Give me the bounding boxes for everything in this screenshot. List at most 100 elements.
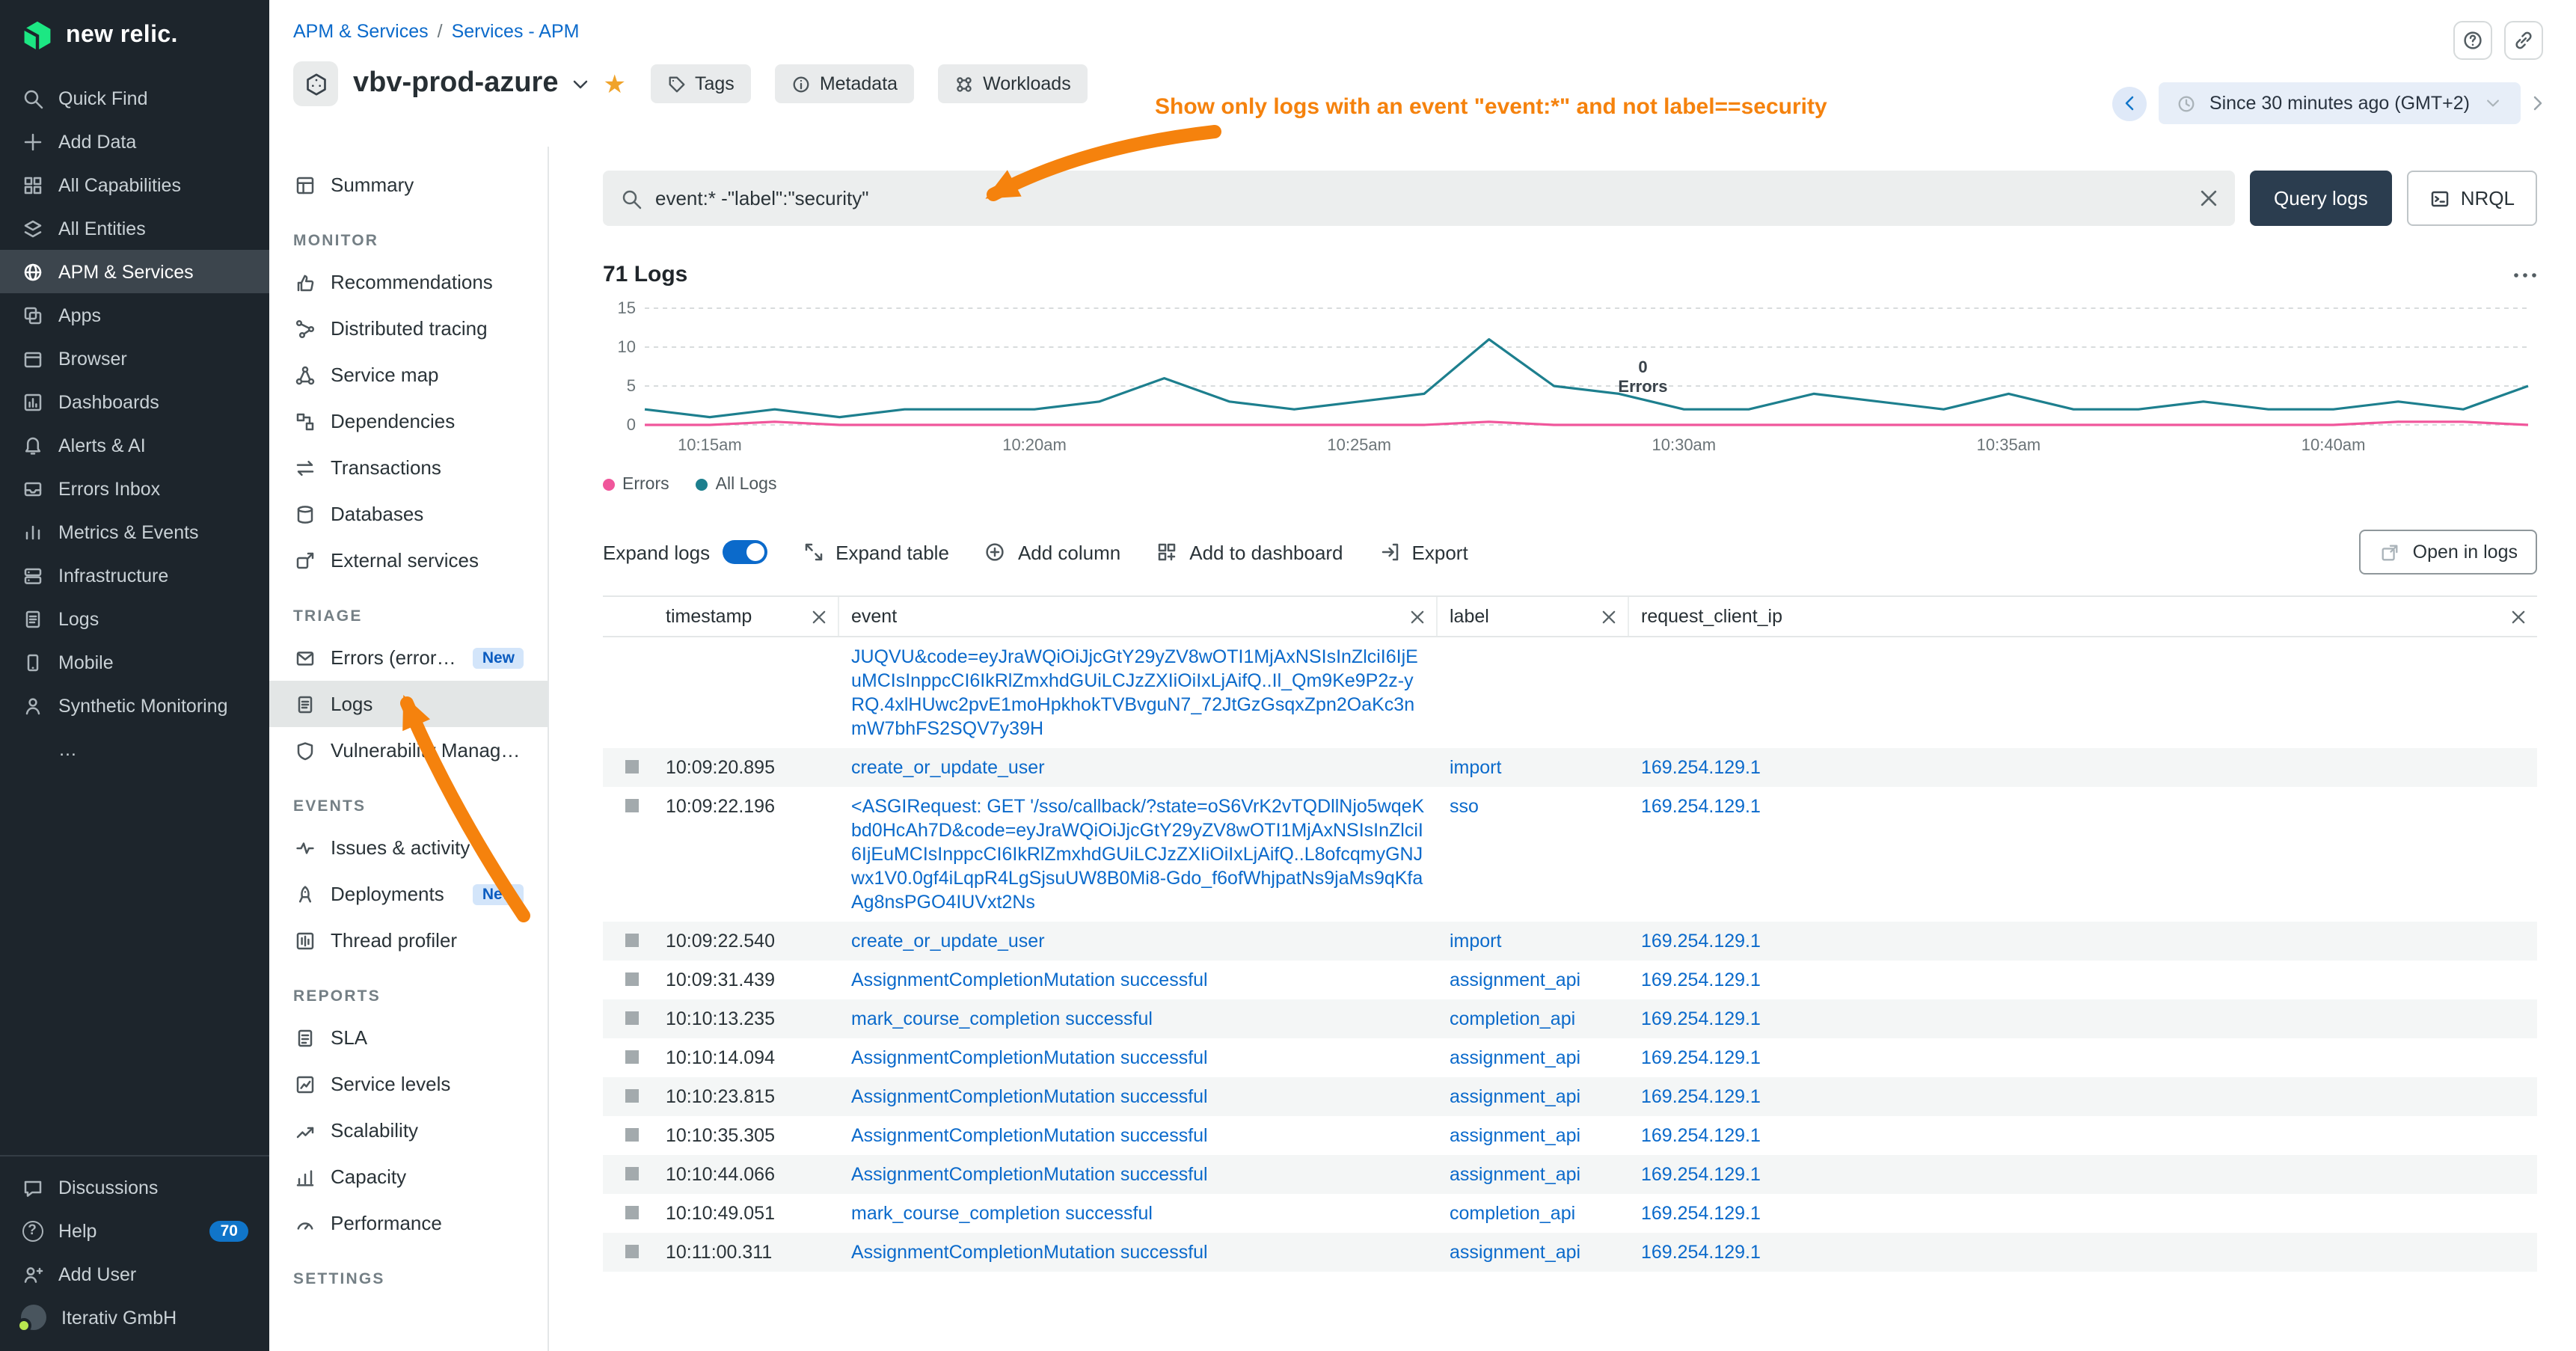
sidebar-item-browser[interactable]: Browser	[0, 337, 269, 380]
sidebar-item-deployments[interactable]: Deployments New	[269, 871, 548, 917]
column-header-timestamp[interactable]: timestamp	[654, 597, 839, 636]
sidebar-item-errors-inbox[interactable]: Errors Inbox	[0, 467, 269, 510]
row-checkbox[interactable]	[625, 760, 639, 773]
search-query-value[interactable]: event:* -"label":"security"	[655, 187, 2187, 209]
entity-dropdown-chevron-icon[interactable]	[574, 79, 589, 89]
sidebar-item-external-services[interactable]: External services	[269, 537, 548, 583]
sidebar-item-distributed-tracing[interactable]: Distributed tracing	[269, 305, 548, 352]
cell-label-link[interactable]: completion_api	[1450, 1203, 1575, 1224]
cell-label-link[interactable]: assignment_api	[1450, 969, 1580, 990]
cell-event-link[interactable]: AssignmentCompletionMutation successful	[851, 1242, 1208, 1263]
new-relic-logo[interactable]: new relic.	[0, 0, 269, 67]
cell-ip-link[interactable]: 169.254.129.1	[1641, 1047, 1761, 1068]
cell-event-link[interactable]: mark_course_completion successful	[851, 1008, 1153, 1029]
time-back-button[interactable]	[2112, 86, 2147, 120]
cell-ip-link[interactable]: 169.254.129.1	[1641, 1164, 1761, 1185]
cell-event-link[interactable]: AssignmentCompletionMutation successful	[851, 1086, 1208, 1107]
permalink-button[interactable]	[2504, 21, 2543, 60]
sidebar-item-all-entities[interactable]: All Entities	[0, 206, 269, 250]
sidebar-item-service-map[interactable]: Service map	[269, 352, 548, 398]
cell-label-link[interactable]: completion_api	[1450, 1008, 1575, 1029]
sidebar-item-scalability[interactable]: Scalability	[269, 1107, 548, 1154]
cell-ip-link[interactable]: 169.254.129.1	[1641, 1008, 1761, 1029]
row-checkbox[interactable]	[625, 1167, 639, 1180]
favorite-star-icon[interactable]: ★	[604, 71, 627, 96]
sidebar-item-issues-activity[interactable]: Issues & activity	[269, 824, 548, 871]
sidebar-item-infrastructure[interactable]: Infrastructure	[0, 554, 269, 597]
table-row[interactable]: 10:09:20.895 create_or_update_user impor…	[603, 748, 2537, 787]
row-checkbox[interactable]	[625, 1050, 639, 1064]
remove-column-icon[interactable]	[812, 610, 826, 623]
remove-column-icon[interactable]	[2512, 610, 2525, 623]
add-to-dashboard-button[interactable]: Add to dashboard	[1156, 541, 1343, 563]
cell-ip-link[interactable]: 169.254.129.1	[1641, 1242, 1761, 1263]
column-header-request-client-ip[interactable]: request_client_ip	[1629, 597, 2537, 636]
more-options-button[interactable]	[2513, 272, 2537, 278]
query-logs-button[interactable]: Query logs	[2250, 171, 2392, 226]
legend-errors[interactable]: Errors	[603, 476, 669, 494]
tags-button[interactable]: Tags	[650, 64, 751, 103]
sidebar-item-capacity[interactable]: Capacity	[269, 1154, 548, 1200]
table-row[interactable]: 10:09:22.540 create_or_update_user impor…	[603, 922, 2537, 961]
column-header-event[interactable]: event	[839, 597, 1438, 636]
cell-label-link[interactable]: assignment_api	[1450, 1242, 1580, 1263]
clear-search-icon[interactable]	[2201, 190, 2217, 206]
cell-event-link[interactable]: AssignmentCompletionMutation successful	[851, 1164, 1208, 1185]
row-checkbox[interactable]	[625, 934, 639, 947]
breadcrumb-link-services-apm[interactable]: Services - APM	[452, 21, 580, 42]
cell-label-link[interactable]: sso	[1450, 796, 1479, 817]
cell-ip-link[interactable]: 169.254.129.1	[1641, 931, 1761, 952]
cell-ip-link[interactable]: 169.254.129.1	[1641, 796, 1761, 817]
cell-label-link[interactable]: import	[1450, 931, 1501, 952]
sidebar-item-alerts-ai[interactable]: Alerts & AI	[0, 423, 269, 467]
sidebar-item-help[interactable]: ? Help 70	[0, 1209, 269, 1252]
cell-ip-link[interactable]: 169.254.129.1	[1641, 1086, 1761, 1107]
row-checkbox[interactable]	[625, 1128, 639, 1142]
table-row[interactable]: 10:10:13.235 mark_course_completion succ…	[603, 999, 2537, 1038]
sidebar-item-thread-profiler[interactable]: Thread profiler	[269, 917, 548, 964]
legend-all-logs[interactable]: All Logs	[696, 476, 777, 494]
cell-ip-link[interactable]: 169.254.129.1	[1641, 757, 1761, 778]
table-row[interactable]: JUQVU&code=eyJraWQiOiJjcGtY29yZV8wOTI1Mj…	[603, 637, 2537, 748]
expand-logs-toggle[interactable]: Expand logs	[603, 540, 767, 564]
sidebar-item-add-user[interactable]: Add User	[0, 1252, 269, 1296]
sidebar-item-sla[interactable]: SLA	[269, 1014, 548, 1061]
time-forward-button[interactable]	[2533, 96, 2543, 111]
cell-ip-link[interactable]: 169.254.129.1	[1641, 969, 1761, 990]
sidebar-item-quick-find[interactable]: Quick Find	[0, 76, 269, 120]
sidebar-item-all-capabilities[interactable]: All Capabilities	[0, 163, 269, 206]
sidebar-item-synthetic-monitoring[interactable]: Synthetic Monitoring	[0, 684, 269, 727]
add-column-button[interactable]: Add column	[985, 541, 1120, 563]
breadcrumb-link-apm-services[interactable]: APM & Services	[293, 21, 429, 42]
table-row[interactable]: 10:10:49.051 mark_course_completion succ…	[603, 1194, 2537, 1233]
row-checkbox[interactable]	[625, 799, 639, 812]
sidebar-item-databases[interactable]: Databases	[269, 491, 548, 537]
logs-timeseries-chart[interactable]: 05101510:15am10:20am10:25am10:30am10:35a…	[603, 299, 2537, 461]
sidebar-item-metrics-events[interactable]: Metrics & Events	[0, 510, 269, 554]
remove-column-icon[interactable]	[1602, 610, 1616, 623]
sidebar-item-apm-services[interactable]: APM & Services	[0, 250, 269, 293]
sidebar-item-add-data[interactable]: Add Data	[0, 120, 269, 163]
sidebar-item-mobile[interactable]: Mobile	[0, 640, 269, 684]
sidebar-item-service-levels[interactable]: Service levels	[269, 1061, 548, 1107]
column-header-label[interactable]: label	[1438, 597, 1629, 636]
sidebar-item-logs[interactable]: Logs	[269, 681, 548, 727]
cell-ip-link[interactable]: 169.254.129.1	[1641, 1203, 1761, 1224]
sidebar-item-recommendations[interactable]: Recommendations	[269, 259, 548, 305]
cell-event-link[interactable]: create_or_update_user	[851, 931, 1045, 952]
cell-event-link[interactable]: JUQVU&code=eyJraWQiOiJjcGtY29yZV8wOTI1Mj…	[851, 646, 1418, 739]
nrql-button[interactable]: NRQL	[2407, 171, 2537, 226]
row-checkbox[interactable]	[625, 1206, 639, 1219]
table-row[interactable]: 10:11:00.311 AssignmentCompletionMutatio…	[603, 1233, 2537, 1272]
cell-event-link[interactable]: AssignmentCompletionMutation successful	[851, 1125, 1208, 1146]
table-row[interactable]: 10:09:22.196 <ASGIRequest: GET '/sso/cal…	[603, 787, 2537, 922]
sidebar-item-performance[interactable]: Performance	[269, 1200, 548, 1246]
sidebar-item-apps[interactable]: Apps	[0, 293, 269, 337]
logs-search-bar[interactable]: event:* -"label":"security"	[603, 171, 2235, 226]
expand-table-button[interactable]: Expand table	[803, 541, 949, 563]
table-row[interactable]: 10:10:44.066 AssignmentCompletionMutatio…	[603, 1155, 2537, 1194]
sidebar-item-errors-inbox[interactable]: Errors (errors inb... New	[269, 634, 548, 681]
workloads-button[interactable]: Workloads	[938, 64, 1088, 103]
time-picker[interactable]: Since 30 minutes ago (GMT+2)	[2159, 82, 2521, 124]
table-row[interactable]: 10:10:23.815 AssignmentCompletionMutatio…	[603, 1077, 2537, 1116]
